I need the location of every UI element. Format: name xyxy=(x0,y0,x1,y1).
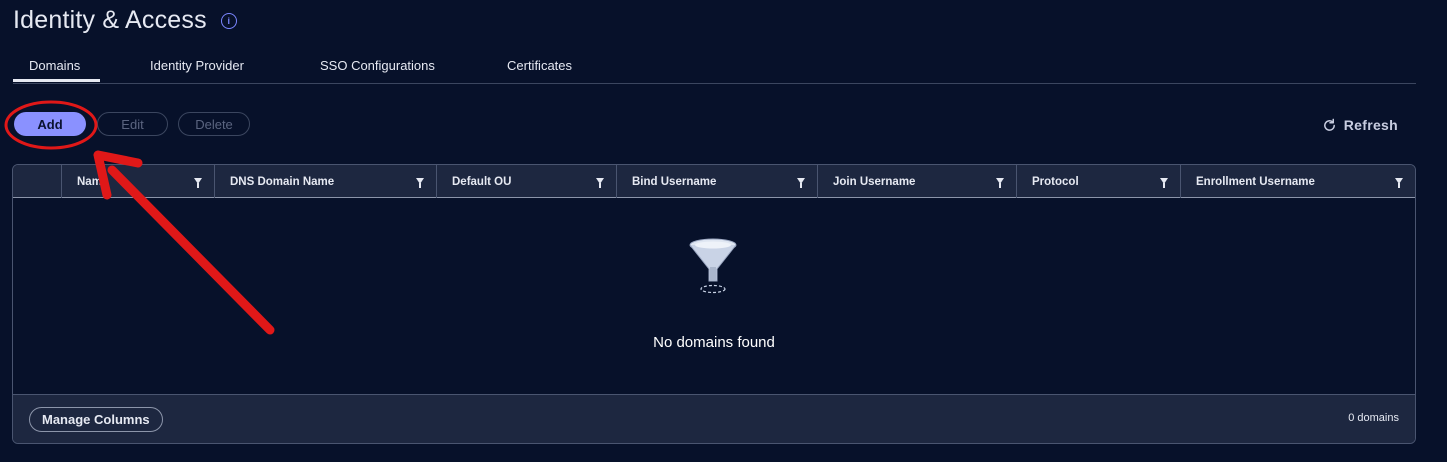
domains-grid: Name DNS Domain Name Default OU Bind Use… xyxy=(12,164,1416,444)
filter-icon[interactable] xyxy=(1160,178,1168,188)
filter-icon[interactable] xyxy=(596,178,604,188)
grid-header: Name DNS Domain Name Default OU Bind Use… xyxy=(13,165,1415,198)
column-header-default-ou[interactable]: Default OU xyxy=(436,165,616,198)
active-tab-indicator xyxy=(13,79,100,82)
tab-identity-provider[interactable]: Identity Provider xyxy=(150,58,244,73)
filter-icon[interactable] xyxy=(797,178,805,188)
column-label: Name xyxy=(77,175,109,188)
filter-icon[interactable] xyxy=(194,178,202,188)
column-label: Default OU xyxy=(452,175,512,188)
column-header-protocol[interactable]: Protocol xyxy=(1016,165,1180,198)
column-label: Protocol xyxy=(1032,175,1079,188)
tab-domains[interactable]: Domains xyxy=(29,58,80,73)
filter-icon[interactable] xyxy=(1395,178,1403,188)
row-count: 0 domains xyxy=(1348,412,1399,424)
column-header-enrollment-username[interactable]: Enrollment Username xyxy=(1180,165,1415,198)
grid-footer: Manage Columns 0 domains xyxy=(13,394,1415,443)
empty-message: No domains found xyxy=(653,334,775,351)
empty-state: No domains found xyxy=(13,199,1415,395)
column-header-dns-domain-name[interactable]: DNS Domain Name xyxy=(214,165,436,198)
tab-sso-configurations[interactable]: SSO Configurations xyxy=(320,58,435,73)
refresh-button[interactable]: Refresh xyxy=(1322,117,1398,133)
add-button[interactable]: Add xyxy=(14,112,86,136)
column-label: Enrollment Username xyxy=(1196,175,1315,188)
column-header-name[interactable]: Name xyxy=(61,165,214,198)
column-label: Join Username xyxy=(833,175,916,188)
edit-button[interactable]: Edit xyxy=(97,112,168,136)
refresh-label: Refresh xyxy=(1343,117,1398,133)
delete-button[interactable]: Delete xyxy=(178,112,250,136)
manage-columns-button[interactable]: Manage Columns xyxy=(29,407,163,432)
funnel-empty-icon xyxy=(689,238,737,294)
tab-certificates[interactable]: Certificates xyxy=(507,58,572,73)
filter-icon[interactable] xyxy=(996,178,1004,188)
page-title: Identity & Access xyxy=(13,6,207,34)
column-label: DNS Domain Name xyxy=(230,175,335,188)
info-icon[interactable]: i xyxy=(220,12,237,29)
column-header-join-username[interactable]: Join Username xyxy=(817,165,1016,198)
filter-icon[interactable] xyxy=(416,178,424,188)
column-label: Bind Username xyxy=(632,175,717,188)
refresh-icon xyxy=(1323,118,1335,131)
tab-bar: Domains Identity Provider SSO Configurat… xyxy=(13,52,1416,84)
page-header: Identity & Access i xyxy=(13,6,237,35)
column-header-bind-username[interactable]: Bind Username xyxy=(616,165,817,198)
